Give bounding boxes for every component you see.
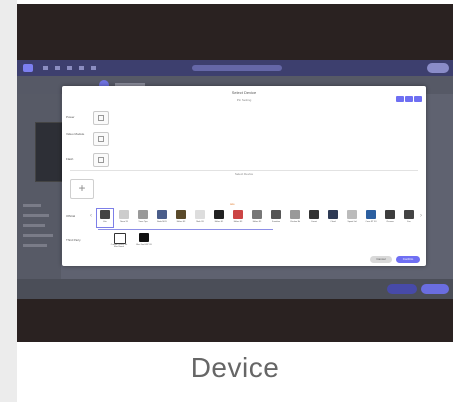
panel-line — [23, 244, 47, 247]
board-icon — [347, 210, 357, 219]
confirm-button[interactable]: Confirm — [396, 256, 420, 263]
board-icon — [119, 210, 129, 219]
device-option[interactable]: Comet — [306, 209, 322, 227]
scroll-left-icon[interactable]: ‹ — [90, 213, 92, 219]
board-icon — [176, 210, 186, 219]
device-label: Chicken Bit — [289, 221, 301, 223]
device-list: Kite Nano 33 Timer Tips Node MCU Melon S3 Mel… — [96, 207, 421, 229]
card-caption: Device — [190, 352, 280, 383]
third-party-label: Third Party — [66, 238, 81, 242]
pin-setting-heading: Pin Setting — [236, 98, 252, 102]
logo-icon — [23, 64, 33, 72]
row-label-power: Power — [66, 115, 75, 119]
board-icon — [385, 210, 395, 219]
board-icon — [309, 210, 319, 219]
flash-slot[interactable] — [93, 153, 109, 167]
add-device-button[interactable]: + — [70, 179, 94, 199]
device-preview — [35, 122, 63, 182]
device-label: Melon S3 — [233, 221, 243, 223]
panel-line — [23, 214, 49, 217]
board-icon — [290, 210, 300, 219]
device-option[interactable]: Melon S3 — [230, 209, 246, 227]
device-label: Melon S3 — [176, 221, 186, 223]
device-label: Timer Tips — [138, 221, 148, 223]
divider — [70, 170, 418, 171]
video-thumbnail[interactable]: Select Device Pin Setting Power Video Mo… — [17, 4, 453, 342]
device-label: Chimera — [386, 221, 394, 223]
secondary-button[interactable] — [387, 284, 417, 294]
device-option[interactable]: Melon S1 — [211, 209, 227, 227]
board-icon — [366, 210, 376, 219]
device-label: Mele S3 — [196, 221, 204, 223]
device-option[interactable]: Melon S3 — [173, 209, 189, 227]
power-slot[interactable] — [93, 111, 109, 125]
board-icon — [328, 210, 338, 219]
panel-line — [23, 224, 45, 227]
device-option[interactable]: Nano 33 — [116, 209, 132, 227]
device-label: Melon S1 — [214, 221, 224, 223]
row-label-video: Video Module — [66, 132, 85, 136]
video-slot[interactable] — [93, 132, 109, 146]
device-option[interactable]: Melon S3 — [249, 209, 265, 227]
device-label: Kite — [103, 221, 107, 223]
device-option[interactable]: Spend Lid — [344, 209, 360, 227]
wire-label: wire — [230, 203, 235, 206]
board-icon — [195, 210, 205, 219]
left-panel — [17, 94, 63, 284]
board-icon — [404, 210, 414, 219]
board-icon — [139, 233, 149, 242]
device-label: Cloud — [330, 221, 336, 223]
device-label: Cone RT S3 — [365, 221, 377, 223]
third-party-device[interactable]: Custom Device Kit Elec Board — [111, 232, 127, 250]
device-option[interactable]: Chimera — [382, 209, 398, 227]
title-bar — [192, 65, 282, 71]
device-label: Freedom — [271, 221, 280, 223]
device-option[interactable]: Freedom — [268, 209, 284, 227]
menu-items — [43, 66, 103, 70]
device-label: Nano 33 — [120, 221, 128, 223]
device-label: Fan — [407, 221, 411, 223]
device-label: Melon S3 — [252, 221, 262, 223]
app-bottombar — [17, 279, 453, 299]
slot-icon — [98, 136, 104, 142]
device-option[interactable]: Timer Tips — [135, 209, 151, 227]
slot-icon — [98, 115, 104, 121]
board-icon — [114, 233, 126, 244]
board-icon — [100, 210, 110, 219]
device-label: Spend Lid — [347, 221, 357, 223]
device-option[interactable]: Cone RT S3 — [363, 209, 379, 227]
device-label: Comet — [311, 221, 317, 223]
device-option[interactable]: Chicken Bit — [287, 209, 303, 227]
slot-icon — [98, 157, 104, 163]
device-option[interactable]: Kite — [96, 208, 114, 228]
board-icon — [252, 210, 262, 219]
select-device-modal: Select Device Pin Setting Power Video Mo… — [62, 86, 426, 266]
modal-title: Select Device — [231, 90, 257, 95]
device-option[interactable]: Mele S3 — [192, 209, 208, 227]
third-party-device[interactable]: Elec Fim ESP S3 — [136, 232, 152, 250]
select-device-heading: Select Device — [234, 172, 254, 176]
panel-line — [23, 234, 53, 237]
selection-underline — [98, 229, 273, 230]
device-option[interactable]: Node MCU — [154, 209, 170, 227]
app-topbar — [17, 60, 453, 76]
device-option[interactable]: Fan — [401, 209, 417, 227]
board-icon — [214, 210, 224, 219]
cancel-button[interactable]: Cancel — [370, 256, 392, 263]
board-icon — [157, 210, 167, 219]
panel-line — [23, 204, 41, 207]
device-label: Node MCU — [157, 221, 167, 223]
device-label: Elec Fim ESP S3 — [136, 244, 152, 246]
device-option[interactable]: Cloud — [325, 209, 341, 227]
official-label: Official — [66, 214, 76, 218]
account-button[interactable] — [427, 63, 449, 73]
primary-button[interactable] — [421, 284, 449, 294]
device-label: Custom Device Kit Elec Board — [110, 244, 128, 248]
board-icon — [138, 210, 148, 219]
board-icon — [233, 210, 243, 219]
board-icon — [271, 210, 281, 219]
row-label-flash: Flash — [66, 157, 74, 161]
